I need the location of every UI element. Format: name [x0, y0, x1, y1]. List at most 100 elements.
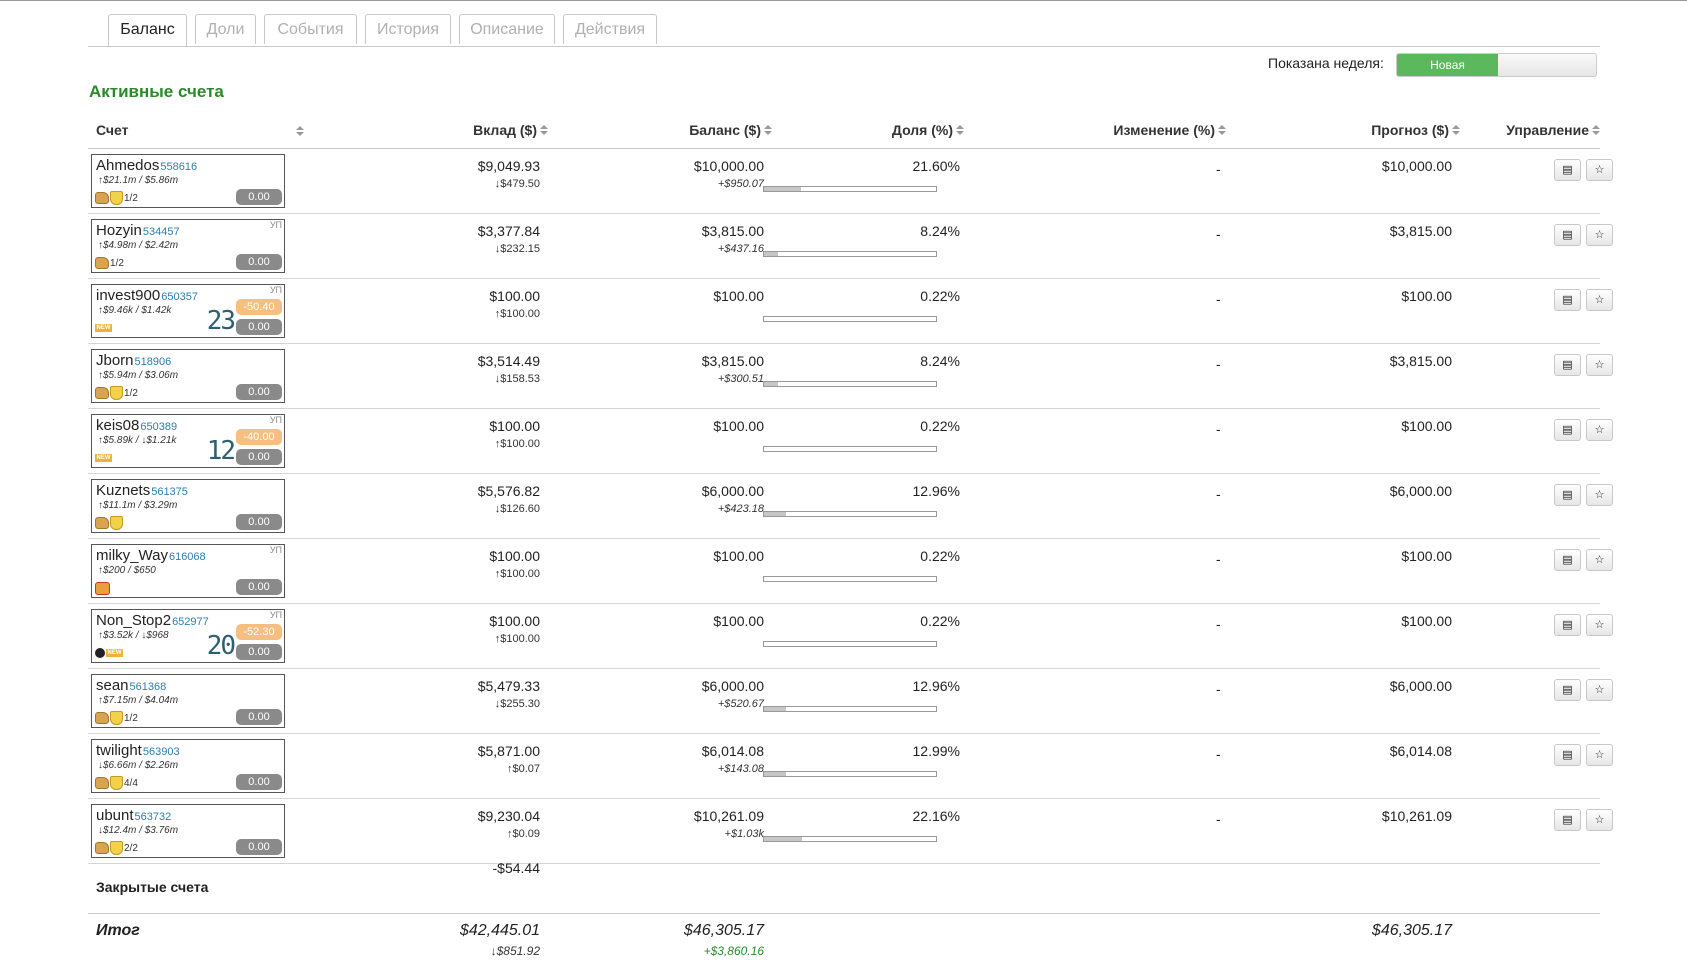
total-forecast: $46,305.17: [1371, 922, 1452, 939]
tab-balance[interactable]: Баланс: [108, 14, 187, 46]
thumbs-up-icon: [95, 257, 109, 270]
week-label: Показана неделя:: [1268, 55, 1384, 71]
tab-description[interactable]: Описание: [459, 14, 555, 44]
account-id[interactable]: 563903: [143, 746, 180, 758]
change-value: -: [1216, 421, 1221, 437]
balance-change: +$300.51: [717, 373, 764, 385]
favorite-star-button[interactable]: ☆: [1586, 744, 1613, 766]
change-value: -: [1216, 356, 1221, 372]
account-name[interactable]: Kuznets561375: [96, 482, 188, 499]
share-bar-fill: [764, 252, 778, 256]
deposit-value: $100.00: [489, 418, 540, 434]
account-name[interactable]: sean561368: [96, 677, 166, 694]
details-button[interactable]: ▤: [1554, 159, 1581, 181]
account-card[interactable]: milky_Way616068 ↑$200 / $650 УП 0.00: [91, 544, 285, 598]
up-marker: УП: [269, 610, 282, 620]
details-button[interactable]: ▤: [1554, 419, 1581, 441]
forecast-value: $100.00: [1401, 548, 1452, 564]
favorite-star-button[interactable]: ☆: [1586, 484, 1613, 506]
account-name[interactable]: Jborn518906: [96, 352, 171, 369]
account-stats: ↑$9.46k / $1.42k: [98, 305, 172, 316]
details-button[interactable]: ▤: [1554, 809, 1581, 831]
favorite-star-button[interactable]: ☆: [1586, 809, 1613, 831]
details-button[interactable]: ▤: [1554, 289, 1581, 311]
forecast-value: $6,000.00: [1389, 483, 1452, 499]
tab-events[interactable]: События: [264, 14, 357, 44]
table-row: Kuznets561375 ↑$11.1m / $3.29m 0.00 $5,576.…: [88, 474, 1613, 539]
tab-actions[interactable]: Действия: [563, 14, 657, 44]
change-value: -: [1216, 551, 1221, 567]
account-id[interactable]: 652977: [172, 616, 209, 628]
account-card[interactable]: twilight563903 ↓$6.66m / $2.26m 4/4 0.00: [91, 739, 285, 793]
tab-history[interactable]: История: [365, 14, 451, 44]
sort-icon[interactable]: [296, 126, 304, 138]
forecast-value: $100.00: [1401, 418, 1452, 434]
col-forecast[interactable]: Прогноз ($): [1371, 122, 1460, 138]
account-id[interactable]: 534457: [143, 226, 180, 238]
account-name[interactable]: keis08650389: [96, 417, 177, 434]
account-name[interactable]: invest900650357: [96, 287, 198, 304]
total-row: Итог $42,445.01 ↓$851.92 $46,305.17 +$3,…: [88, 914, 1600, 961]
penalty-badge: -52.30: [236, 624, 282, 640]
account-card[interactable]: Hozyin534457 ↑$4.98m / $2.42m 1/2 УП 0.00: [91, 219, 285, 273]
account-card[interactable]: keis08650389 ↑$5.89k / ↓$1.21k NEW УП -40.00…: [91, 414, 285, 468]
account-id[interactable]: 558616: [160, 161, 197, 173]
favorite-star-button[interactable]: ☆: [1586, 159, 1613, 181]
col-change[interactable]: Изменение (%): [1113, 122, 1226, 138]
account-card[interactable]: sean561368 ↑$7.15m / $4.04m 1/2 0.00: [91, 674, 285, 728]
account-card[interactable]: ubunt563732 ↓$12.4m / $3.76m 2/2 0.00: [91, 804, 285, 858]
account-name[interactable]: Ahmedos558616: [96, 157, 197, 174]
favorite-star-button[interactable]: ☆: [1586, 419, 1613, 441]
details-button[interactable]: ▤: [1554, 354, 1581, 376]
favorite-star-button[interactable]: ☆: [1586, 224, 1613, 246]
col-deposit[interactable]: Вклад ($): [473, 122, 548, 138]
col-account[interactable]: Счет: [96, 122, 129, 138]
account-id[interactable]: 561368: [130, 681, 167, 693]
account-id[interactable]: 616068: [169, 551, 206, 563]
details-button[interactable]: ▤: [1554, 679, 1581, 701]
details-button[interactable]: ▤: [1554, 224, 1581, 246]
week-toggle-new[interactable]: Новая: [1397, 54, 1498, 76]
account-card[interactable]: Non_Stop2652977 ↑$3.52k / ↓$968 NEW УП -52.3…: [91, 609, 285, 663]
week-toggle[interactable]: Новая: [1396, 53, 1597, 77]
forecast-value: $6,000.00: [1389, 678, 1452, 694]
col-control[interactable]: Управление: [1506, 122, 1600, 138]
account-id[interactable]: 561375: [151, 486, 188, 498]
favorite-star-button[interactable]: ☆: [1586, 679, 1613, 701]
days-counter: 23: [206, 306, 236, 336]
favorite-star-button[interactable]: ☆: [1586, 614, 1613, 636]
account-id[interactable]: 650357: [161, 291, 198, 303]
fraction-label: 1/2: [124, 192, 138, 204]
account-card[interactable]: Jborn518906 ↑$5.94m / $3.06m 1/2 0.00: [91, 349, 285, 403]
favorite-star-button[interactable]: ☆: [1586, 289, 1613, 311]
account-stats: ↓$6.66m / $2.26m: [98, 760, 179, 771]
account-name[interactable]: ubunt563732: [96, 807, 171, 824]
table-row: keis08650389 ↑$5.89k / ↓$1.21k NEW УП -40.00…: [88, 409, 1613, 474]
details-button[interactable]: ▤: [1554, 614, 1581, 636]
deposit-value: $3,377.84: [477, 223, 540, 239]
favorite-star-button[interactable]: ☆: [1586, 354, 1613, 376]
account-name[interactable]: Non_Stop2652977: [96, 612, 209, 629]
share-bar: [763, 511, 937, 517]
thumbs-up-icon: [95, 517, 109, 530]
tab-shares[interactable]: Доли: [195, 14, 256, 44]
account-id[interactable]: 650389: [140, 421, 177, 433]
details-button[interactable]: ▤: [1554, 484, 1581, 506]
col-share[interactable]: Доля (%): [892, 122, 964, 138]
favorite-star-button[interactable]: ☆: [1586, 549, 1613, 571]
details-button[interactable]: ▤: [1554, 549, 1581, 571]
closed-label: Закрытые счета: [96, 879, 209, 895]
account-card[interactable]: Ahmedos558616 ↑$21.1m / $5.86m 1/2 0.00: [91, 154, 285, 208]
balance-change: +$950.07: [717, 178, 764, 190]
account-id[interactable]: 518906: [135, 356, 172, 368]
account-name[interactable]: Hozyin534457: [96, 222, 180, 239]
account-card[interactable]: Kuznets561375 ↑$11.1m / $3.29m 0.00: [91, 479, 285, 533]
col-balance[interactable]: Баланс ($): [689, 122, 772, 138]
details-button[interactable]: ▤: [1554, 744, 1581, 766]
account-id[interactable]: 563732: [135, 811, 172, 823]
account-name[interactable]: twilight563903: [96, 742, 180, 759]
account-card[interactable]: invest900650357 ↑$9.46k / $1.42k NEW УП -50.…: [91, 284, 285, 338]
total-deposit: $42,445.01: [459, 922, 540, 939]
account-name[interactable]: milky_Way616068: [96, 547, 206, 564]
closed-accounts-row: Закрытые счета -$54.44: [88, 853, 1600, 914]
